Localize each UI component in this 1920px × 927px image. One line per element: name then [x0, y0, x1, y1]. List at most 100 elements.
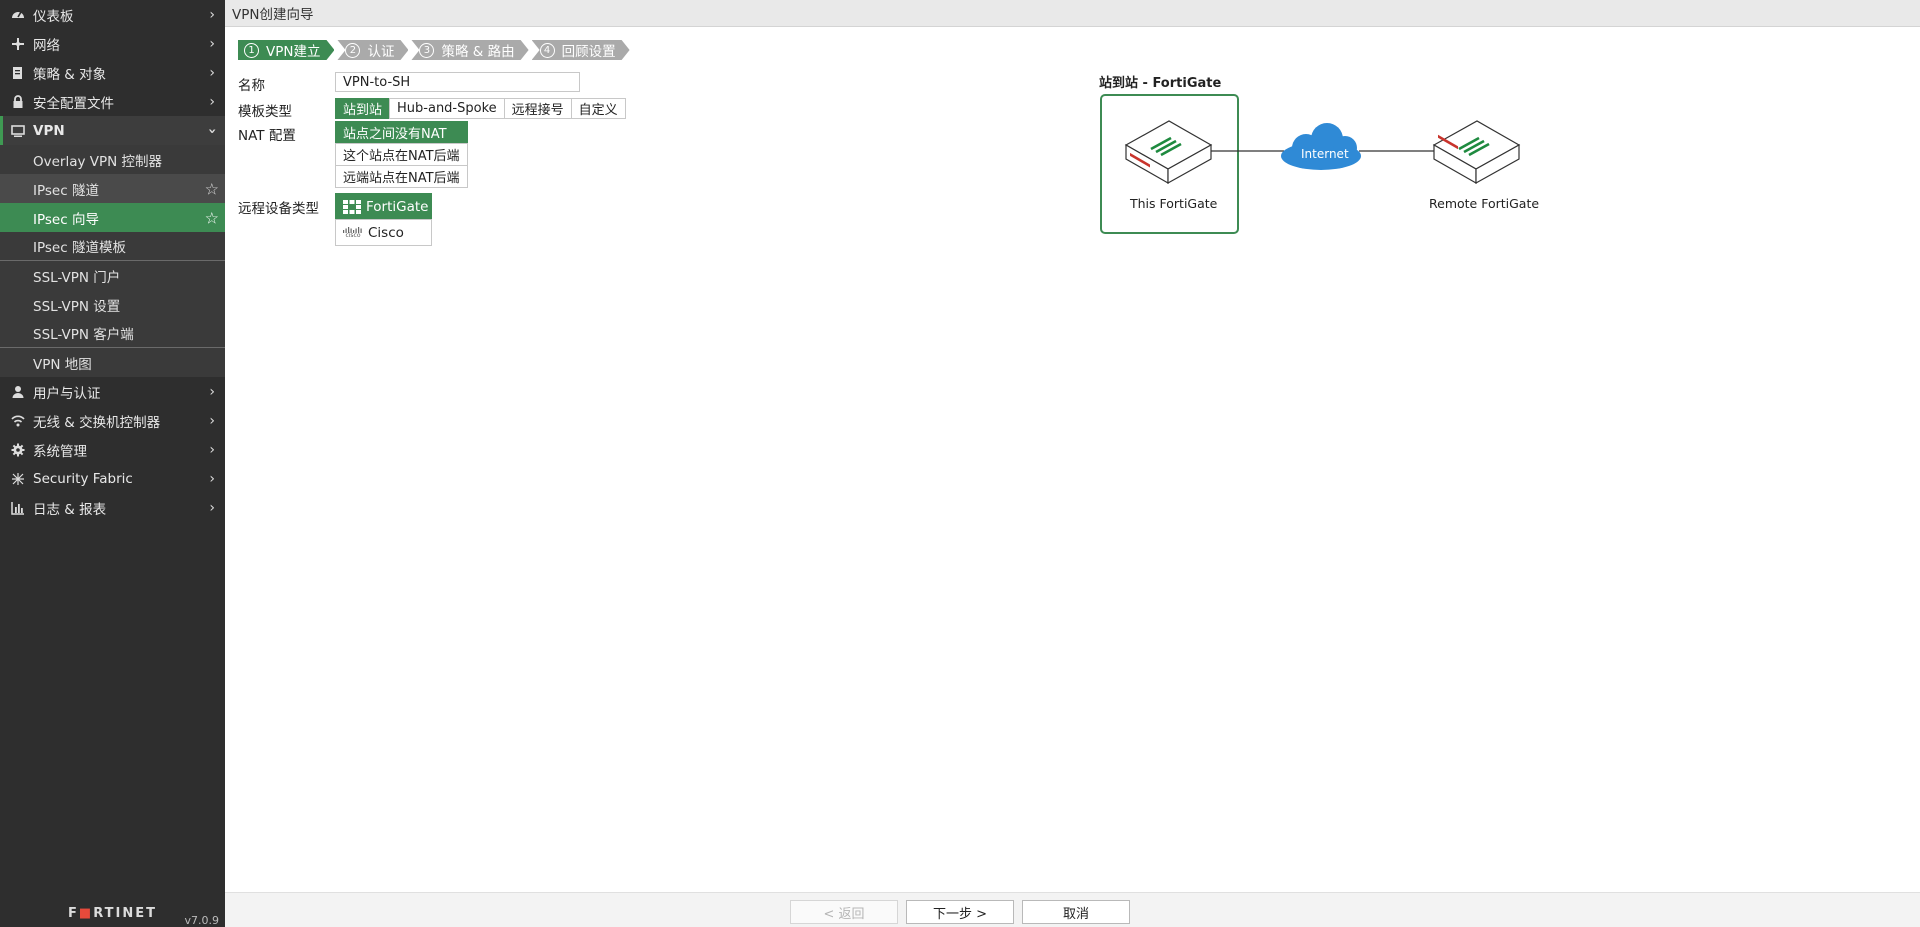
cloud-label: Internet — [1301, 147, 1349, 161]
sidebar-subitem-label: Overlay VPN 控制器 — [33, 153, 163, 170]
remote-device-label: FortiGate — [366, 198, 429, 215]
wizard-step-3: 3 策略 & 路由 — [411, 40, 528, 60]
cancel-button[interactable]: 取消 — [1022, 900, 1130, 924]
name-input[interactable] — [335, 72, 580, 92]
sidebar-item-security-profiles[interactable]: 安全配置文件 › — [0, 87, 225, 116]
gear-icon — [10, 443, 26, 457]
chevron-right-icon: › — [209, 35, 215, 52]
fabric-icon — [10, 472, 26, 486]
chevron-right-icon: › — [209, 64, 215, 81]
page-header: VPN创建向导 — [225, 0, 1920, 27]
network-icon — [10, 37, 26, 51]
sidebar-item-label: 无线 & 交换机控制器 — [33, 414, 161, 431]
chevron-right-icon: › — [209, 412, 215, 429]
sidebar-subitem-label: IPsec 隧道模板 — [33, 240, 126, 256]
step-number: 3 — [419, 43, 434, 58]
nat-option-this-site[interactable]: 这个站点在NAT后端 — [335, 143, 468, 166]
diagram-title: 站到站 - FortiGate — [1099, 76, 1222, 91]
sidebar-subitem-overlay-vpn[interactable]: Overlay VPN 控制器 — [0, 145, 225, 174]
sidebar-subitem-ssl-client[interactable]: SSL-VPN 客户端 — [0, 319, 225, 348]
wizard-step-4: 4 回顾设置 — [532, 40, 630, 60]
wizard-step-2: 2 认证 — [337, 40, 408, 60]
star-icon[interactable]: ☆ — [205, 179, 219, 198]
policy-icon — [10, 66, 26, 80]
sidebar-item-security-fabric[interactable]: Security Fabric › — [0, 464, 225, 493]
sidebar-item-label: 用户与认证 — [33, 385, 101, 402]
wizard-step-1: 1 VPN建立 — [238, 40, 334, 60]
chevron-right-icon: › — [209, 383, 215, 400]
cisco-logo-text: cisco — [345, 231, 361, 239]
sidebar-item-user-auth[interactable]: 用户与认证 › — [0, 377, 225, 406]
sidebar-subitem-ipsec-tunnel[interactable]: IPsec 隧道 ☆ — [0, 174, 225, 203]
sidebar-item-system[interactable]: 系统管理 › — [0, 435, 225, 464]
nat-config-label: NAT 配置 — [238, 128, 296, 144]
wizard-footer: < 返回 下一步 > 取消 — [225, 892, 1920, 927]
back-button[interactable]: < 返回 — [790, 900, 898, 924]
remote-device-label: Cisco — [368, 224, 404, 241]
version-label: v7.0.9 — [184, 914, 220, 927]
sidebar-item-network[interactable]: 网络 › — [0, 29, 225, 58]
sidebar-subitem-label: IPsec 隧道 — [33, 182, 99, 199]
template-option-custom[interactable]: 自定义 — [570, 98, 626, 119]
sidebar-subitem-label: VPN 地图 — [33, 356, 92, 373]
sidebar-subitem-label: SSL-VPN 设置 — [33, 298, 121, 315]
sidebar-subitem-ssl-portal[interactable]: SSL-VPN 门户 — [0, 261, 225, 290]
sidebar-item-wireless[interactable]: 无线 & 交换机控制器 › — [0, 406, 225, 435]
next-button[interactable]: 下一步 > — [906, 900, 1014, 924]
step-number: 4 — [540, 43, 555, 58]
template-type-label: 模板类型 — [238, 104, 292, 120]
topology-svg — [1100, 94, 1521, 234]
sidebar-item-label: 仪表板 — [33, 8, 74, 25]
remote-device-fortigate[interactable]: FortiGate — [335, 193, 432, 220]
step-label: VPN建立 — [266, 44, 321, 60]
remote-fortigate-appliance — [1432, 120, 1521, 185]
template-option-site-to-site[interactable]: 站到站 — [335, 98, 391, 119]
sidebar-subitem-ipsec-template[interactable]: IPsec 隧道模板 — [0, 232, 225, 261]
chevron-right-icon: › — [209, 470, 215, 487]
chevron-right-icon: › — [209, 499, 215, 516]
sidebar-item-label: 网络 — [33, 37, 60, 54]
sidebar-item-label: Security Fabric — [33, 470, 133, 487]
sidebar-subitem-ipsec-wizard[interactable]: IPsec 向导 ☆ — [0, 203, 225, 232]
step-label: 认证 — [367, 44, 395, 60]
sidebar-subitem-label: SSL-VPN 客户端 — [33, 327, 134, 343]
chart-icon — [10, 501, 26, 515]
chevron-down-icon: › — [204, 127, 221, 134]
wifi-icon — [10, 414, 26, 428]
step-label: 策略 & 路由 — [441, 44, 515, 60]
sidebar-item-label: 系统管理 — [33, 443, 87, 460]
fortinet-logo: F■RTINET — [68, 906, 157, 921]
user-icon — [10, 385, 26, 399]
nat-option-none[interactable]: 站点之间没有NAT — [335, 121, 468, 144]
sidebar-subitem-vpn-map[interactable]: VPN 地图 — [0, 348, 225, 377]
template-option-hub-and-spoke[interactable]: Hub-and-Spoke — [389, 98, 505, 119]
sidebar-item-label: 安全配置文件 — [33, 95, 114, 112]
sidebar-item-label: 策略 & 对象 — [33, 66, 107, 83]
template-type-group: 站到站 Hub-and-Spoke 远程接号 自定义 — [335, 98, 626, 119]
wizard-steps: 1 VPN建立 2 认证 3 策略 & 路由 4 回顾设置 — [238, 40, 633, 60]
sidebar-item-dashboard[interactable]: 仪表板 › — [0, 0, 225, 29]
sidebar-item-log-report[interactable]: 日志 & 报表 › — [0, 493, 225, 522]
step-number: 1 — [244, 43, 259, 58]
remote-device-diagram-label: Remote FortiGate — [1429, 196, 1540, 211]
chevron-right-icon: › — [209, 441, 215, 458]
remote-device-cisco[interactable]: cisco Cisco — [335, 219, 432, 246]
star-icon[interactable]: ☆ — [205, 208, 219, 227]
sidebar-item-label: 日志 & 报表 — [33, 501, 107, 518]
remote-device-group: FortiGate cisco Cisco — [335, 193, 432, 246]
dashboard-icon — [10, 8, 26, 22]
chevron-right-icon: › — [209, 93, 215, 110]
nat-option-remote-site[interactable]: 远端站点在NAT后端 — [335, 165, 468, 188]
lock-icon — [10, 94, 26, 109]
remote-device-type-label: 远程设备类型 — [238, 201, 319, 217]
step-label: 回顾设置 — [561, 44, 616, 60]
name-label: 名称 — [238, 78, 265, 94]
sidebar-item-vpn[interactable]: VPN › — [0, 116, 225, 145]
local-fortigate-appliance — [1124, 120, 1213, 185]
sidebar-subitem-label: SSL-VPN 门户 — [33, 269, 121, 286]
sidebar-item-policy[interactable]: 策略 & 对象 › — [0, 58, 225, 87]
sidebar-subitem-ssl-settings[interactable]: SSL-VPN 设置 — [0, 290, 225, 319]
cisco-icon: cisco — [343, 226, 363, 239]
local-device-label: This FortiGate — [1130, 196, 1218, 211]
template-option-remote-access[interactable]: 远程接号 — [503, 98, 572, 119]
